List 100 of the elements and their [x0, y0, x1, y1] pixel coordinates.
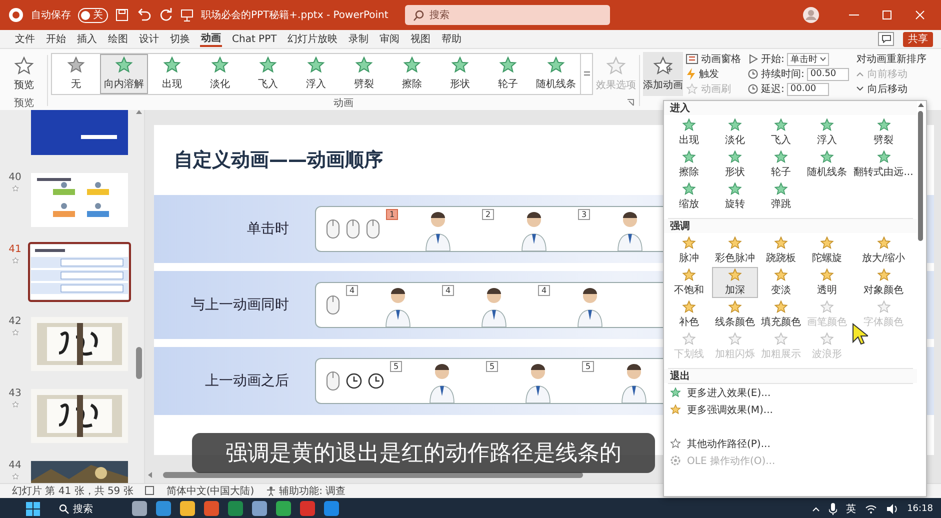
row-label: 与上一动画同时	[190, 296, 289, 314]
app-icon[interactable]	[132, 501, 147, 516]
effect-option[interactable]: 变淡	[758, 267, 804, 298]
app-icon[interactable]	[156, 501, 171, 516]
app-icon[interactable]	[204, 501, 219, 516]
share-button[interactable]: 共享	[903, 32, 933, 46]
app-icon[interactable]	[324, 501, 339, 516]
scrollbar-thumb[interactable]	[918, 111, 923, 241]
menu-tab[interactable]: 录制	[348, 31, 370, 47]
start-dropdown[interactable]: 单击时	[787, 52, 830, 66]
effect-option[interactable]: 旋转	[712, 181, 758, 212]
star-icon	[874, 268, 892, 282]
menu-item[interactable]: 其他动作路径(P)...	[664, 435, 917, 452]
order-badge: 5	[486, 361, 498, 372]
ribbon-button[interactable]: 动画窗格	[686, 52, 741, 66]
effect-option[interactable]: 不饱和	[666, 267, 712, 298]
time-field[interactable]: 00.50	[807, 68, 850, 80]
slide-thumbnail[interactable]	[28, 386, 131, 446]
effect-option[interactable]: 向内溶解	[100, 54, 148, 94]
effect-option[interactable]: 轮子	[484, 54, 532, 94]
slide-thumbnail[interactable]	[28, 170, 131, 230]
ribbon-button[interactable]: 向后移动	[856, 82, 926, 96]
effect-option[interactable]: 补色	[666, 299, 712, 330]
menu-tab[interactable]: Chat PPT	[231, 31, 278, 47]
effect-option[interactable]: 飞入	[244, 54, 292, 94]
menu-tab[interactable]: 帮助	[440, 31, 463, 47]
menu-tab[interactable]: 幻灯片放映	[286, 31, 339, 47]
slide-thumbnail[interactable]	[28, 242, 131, 302]
gear-icon	[670, 455, 681, 466]
effect-option[interactable]: 形状	[712, 149, 758, 180]
effect-option[interactable]: 形状	[436, 54, 484, 94]
effect-option[interactable]: 线条颜色	[712, 299, 758, 330]
field-label: 开始:	[761, 53, 784, 66]
menu-tab[interactable]: 设计	[138, 31, 160, 47]
app-icon[interactable]	[180, 501, 195, 516]
star-icon	[680, 182, 698, 196]
effect-option[interactable]: 劈裂	[340, 54, 388, 94]
search-field[interactable]: 搜索	[405, 5, 610, 25]
effect-option[interactable]: 填充颜色	[758, 299, 804, 330]
effect-option[interactable]: 轮子	[758, 149, 804, 180]
star-icon	[874, 300, 892, 314]
menu-tab[interactable]: 文件	[14, 31, 36, 47]
order-badge: 3	[578, 209, 590, 220]
gallery-more-button[interactable]	[580, 54, 592, 94]
input-method: 英	[846, 502, 856, 516]
comments-button[interactable]	[878, 32, 894, 46]
menu-item[interactable]: 更多进入效果(E)...	[664, 384, 917, 401]
effect-option[interactable]: 缩放	[666, 181, 712, 212]
effect-option[interactable]: 加深	[712, 267, 758, 298]
menu-tab[interactable]: 切换	[169, 31, 191, 47]
menu-tab[interactable]: 绘图	[107, 31, 129, 47]
lightning-icon	[686, 68, 696, 80]
app-icon[interactable]	[276, 501, 291, 516]
star-icon	[772, 150, 790, 164]
effect-option[interactable]: 浮入	[292, 54, 340, 94]
time-field[interactable]: 00.00	[787, 82, 830, 96]
effect-option[interactable]: 劈裂	[850, 117, 917, 148]
effect-option[interactable]: 对象颜色	[850, 267, 917, 298]
effect-option[interactable]: 弹跳	[758, 181, 804, 212]
effect-option[interactable]: 翻转式由远...	[850, 149, 917, 180]
effect-option[interactable]: 透明	[804, 267, 850, 298]
effect-option[interactable]: 飞入	[758, 117, 804, 148]
autosave-toggle[interactable]: 关	[78, 8, 108, 22]
app-icon[interactable]	[252, 501, 267, 516]
effect-option[interactable]: 脉冲	[666, 235, 712, 266]
preview-button[interactable]: 预览	[4, 56, 44, 92]
app-icon[interactable]	[228, 501, 243, 516]
taskbar-search[interactable]: 搜索	[49, 502, 123, 516]
add-animation-button[interactable]: 添加动画	[643, 52, 683, 96]
effect-option[interactable]: 擦除	[666, 149, 712, 180]
effect-option[interactable]: 浮入	[804, 117, 850, 148]
window-title: 职场必会的PPT秘籍+.pptx - PowerPoint	[201, 8, 388, 22]
effect-option[interactable]: 彩色脉冲	[712, 235, 758, 266]
effect-option[interactable]: 淡化	[196, 54, 244, 94]
effect-option[interactable]: 放大/缩小	[850, 235, 917, 266]
video-caption: 强调是黄的退出是红的动作路径是线条的	[226, 440, 622, 468]
menu-tab[interactable]: 视图	[410, 31, 432, 47]
slide-number: 42	[8, 316, 22, 327]
slide-number: 43	[8, 388, 22, 399]
effect-option[interactable]: 出现	[666, 117, 712, 148]
effect-option[interactable]: 随机线条	[532, 54, 580, 94]
menu-tab[interactable]: 开始	[45, 31, 67, 47]
effect-option[interactable]: 无	[52, 54, 100, 94]
menu-item[interactable]: 更多强调效果(M)...	[664, 401, 917, 418]
effect-option[interactable]: 陀螺旋	[804, 235, 850, 266]
menu-tab[interactable]: 审阅	[378, 31, 401, 47]
effect-option[interactable]: 淡化	[712, 117, 758, 148]
star-icon	[670, 387, 681, 398]
slide-thumbnail[interactable]	[28, 314, 131, 374]
effect-option[interactable]: 出现	[148, 54, 196, 94]
effect-option[interactable]: 跷跷板	[758, 235, 804, 266]
star-icon	[874, 236, 892, 250]
slide-thumbnail[interactable]	[28, 110, 131, 158]
ribbon-button[interactable]: 触发	[686, 67, 741, 81]
section-header: 强调	[664, 219, 917, 233]
effect-option[interactable]: 擦除	[388, 54, 436, 94]
scrollbar-thumb[interactable]	[136, 347, 142, 379]
star-icon	[12, 401, 18, 408]
menu-tab[interactable]: 插入	[76, 31, 98, 47]
effect-option[interactable]: 随机线条	[804, 149, 850, 180]
